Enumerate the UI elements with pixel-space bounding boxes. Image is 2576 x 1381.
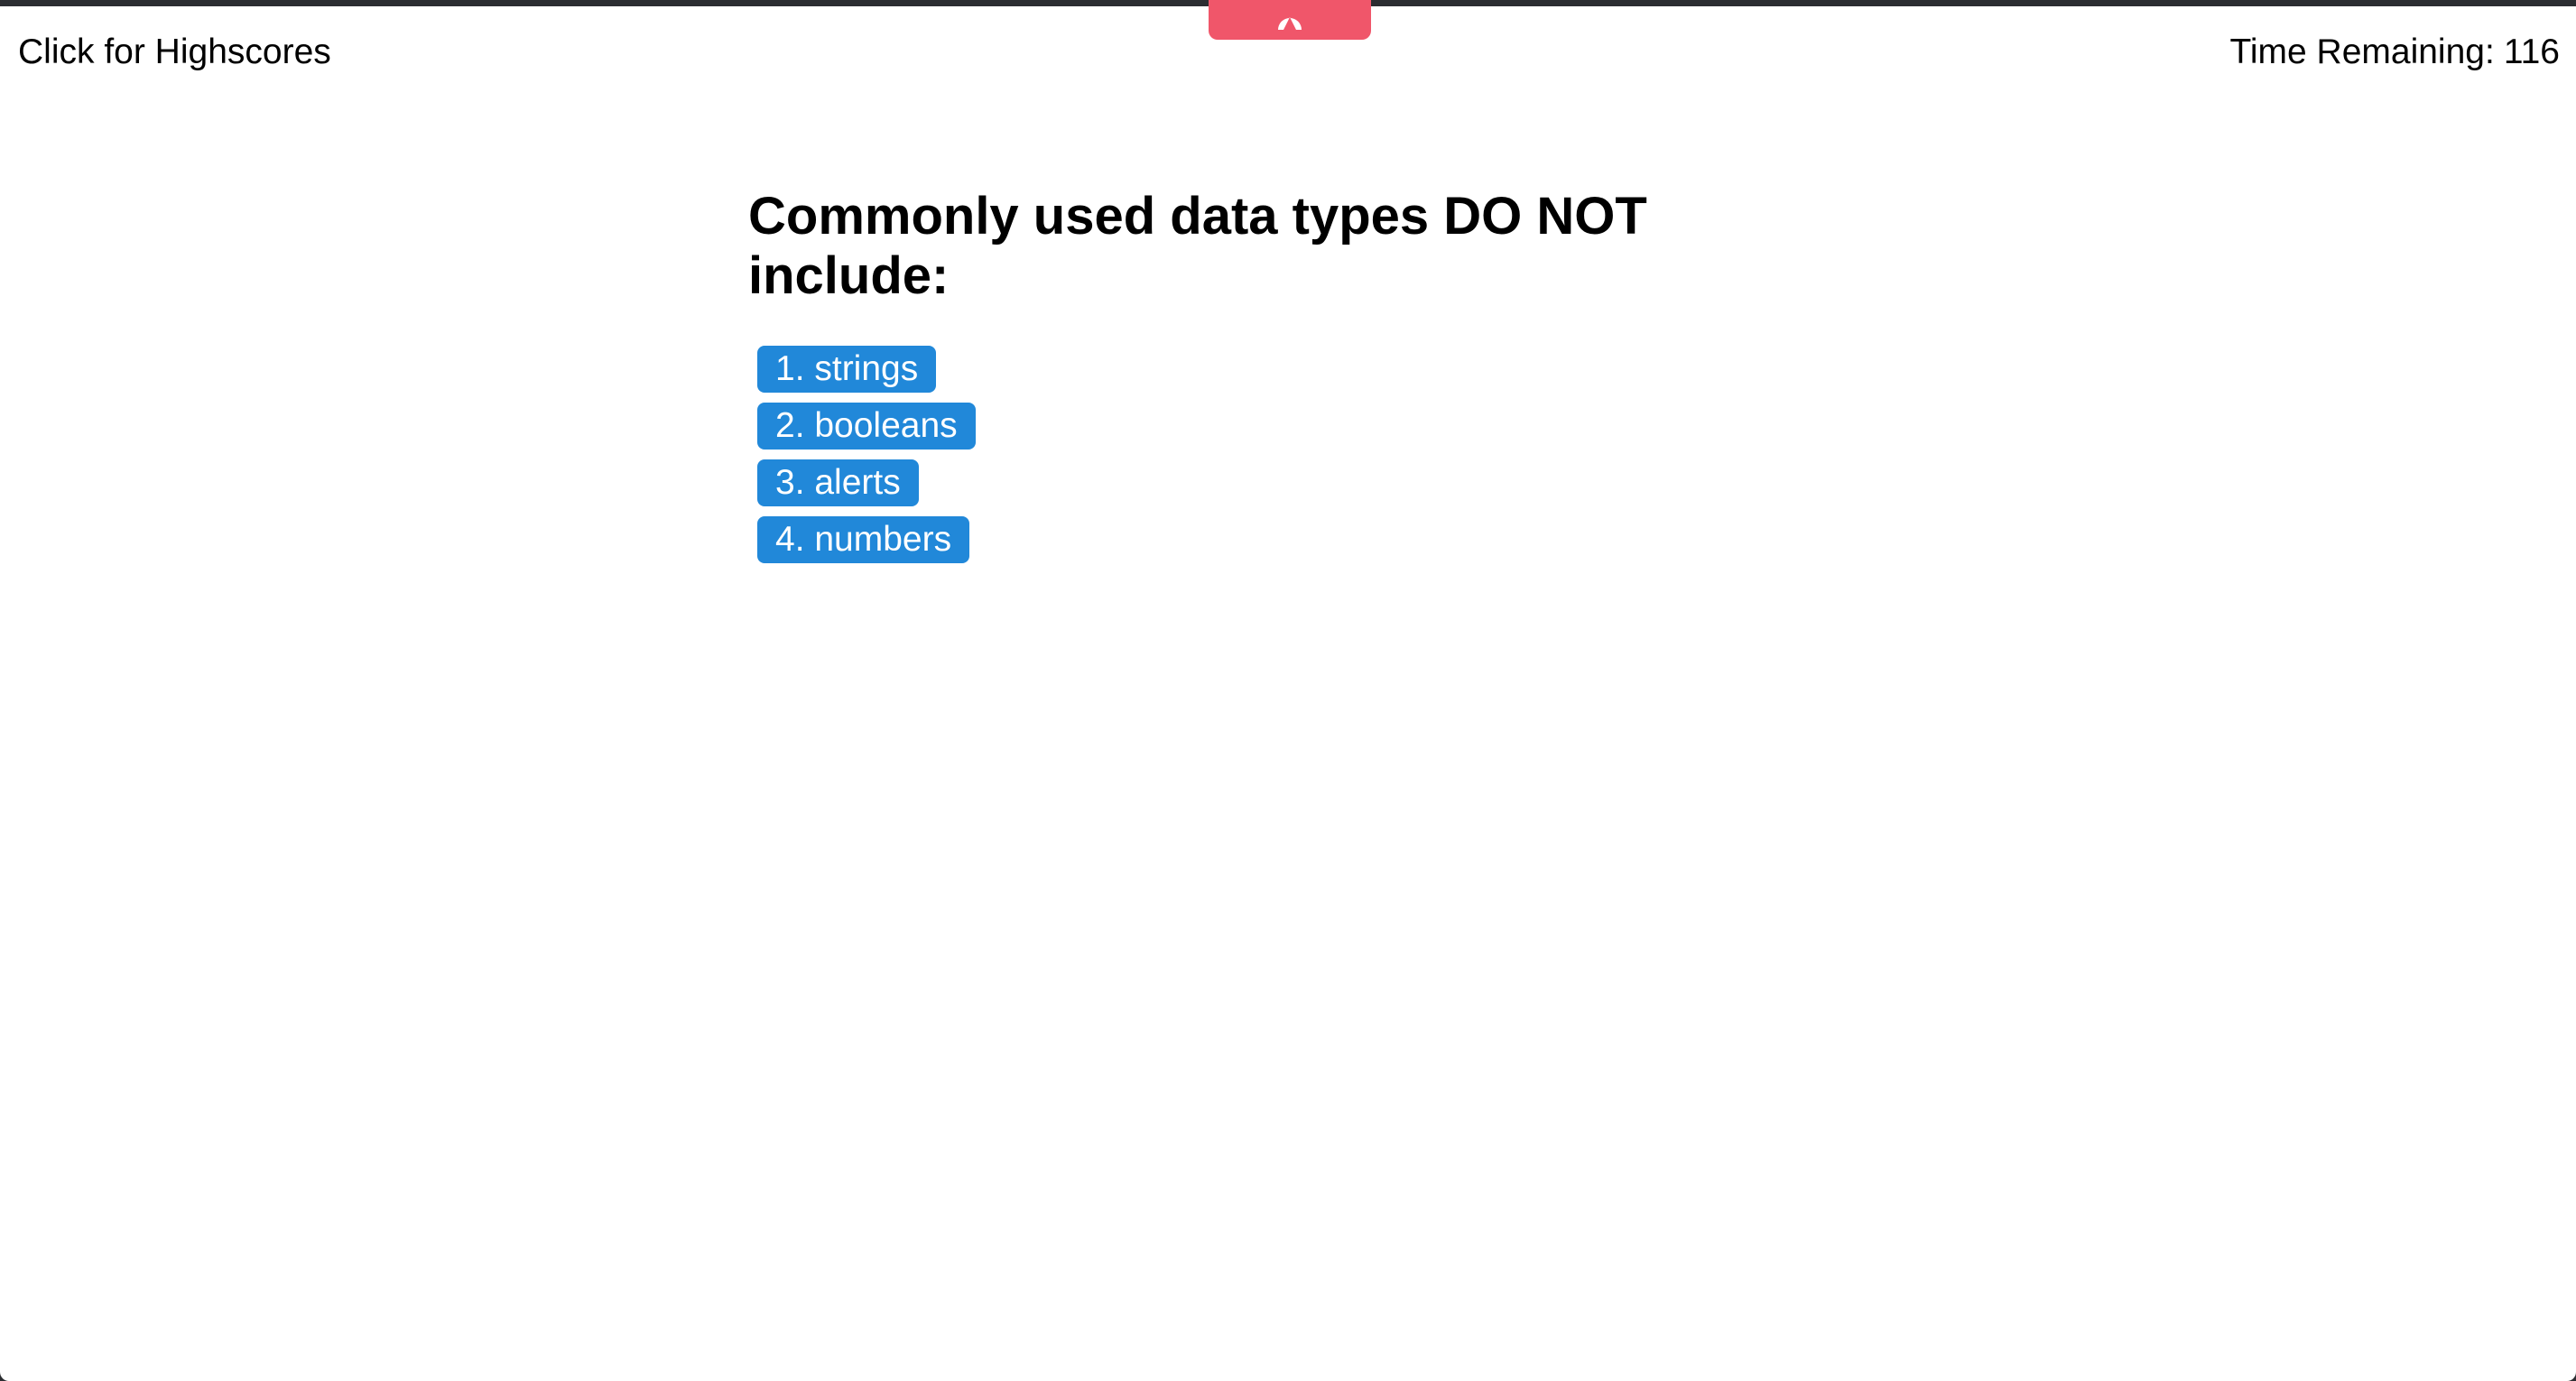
arrow-up-icon	[1276, 8, 1303, 32]
answer-button-3[interactable]: 3. alerts	[757, 459, 919, 506]
answer-button-2[interactable]: 2. booleans	[757, 403, 976, 450]
timer-value: 116	[2503, 32, 2560, 71]
list-item: 2. booleans	[757, 403, 1741, 450]
question-title: Commonly used data types DO NOT include:	[748, 187, 1647, 305]
screen-share-toolbar-tab[interactable]	[1209, 0, 1371, 40]
timer-label: Time Remaining:	[2229, 32, 2495, 71]
answer-button-1[interactable]: 1. strings	[757, 346, 937, 393]
list-item: 4. numbers	[757, 516, 1741, 563]
list-item: 3. alerts	[757, 459, 1741, 506]
time-remaining: Time Remaining: 116	[2229, 32, 2560, 72]
list-item: 1. strings	[757, 346, 1741, 393]
highscores-link[interactable]: Click for Highscores	[18, 32, 331, 72]
answer-list: 1. strings 2. booleans 3. alerts 4. numb…	[757, 346, 1741, 563]
browser-viewport: Click for Highscores Time Remaining: 116 …	[0, 6, 2576, 1381]
answer-button-4[interactable]: 4. numbers	[757, 516, 970, 563]
quiz-container: Commonly used data types DO NOT include:…	[748, 187, 1741, 573]
